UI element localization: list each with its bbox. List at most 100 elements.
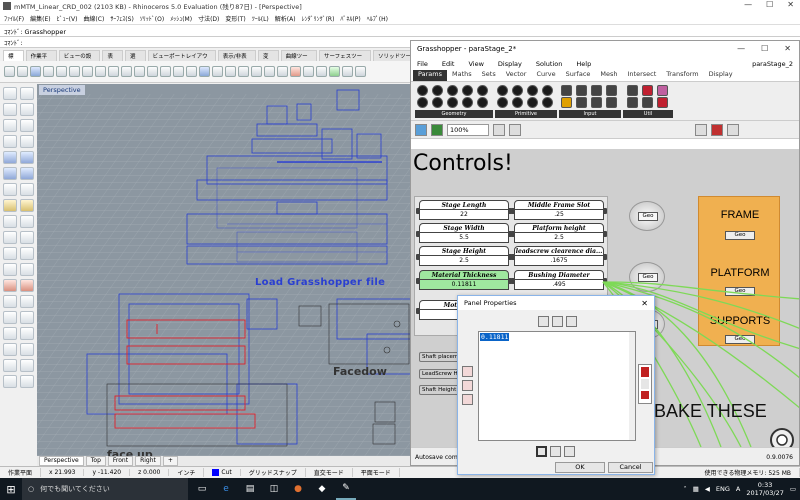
rotate-icon[interactable] bbox=[3, 263, 17, 276]
align-middle-icon[interactable] bbox=[552, 316, 563, 327]
gh-param-icon[interactable] bbox=[447, 85, 458, 96]
gh-tab-curve[interactable]: Curve bbox=[531, 70, 560, 81]
gh-eye-icon[interactable] bbox=[493, 123, 505, 136]
material-icon[interactable] bbox=[342, 66, 353, 77]
gh-open-icon[interactable] bbox=[415, 123, 427, 136]
gh-util-icon[interactable] bbox=[657, 97, 668, 108]
boolean-icon[interactable] bbox=[3, 199, 17, 212]
gh-tab-transform[interactable]: Transform bbox=[661, 70, 703, 81]
select-arrow-icon[interactable] bbox=[3, 87, 17, 100]
gh-tab-surface[interactable]: Surface bbox=[561, 70, 596, 81]
status-cplane[interactable]: 作業平面 bbox=[0, 468, 42, 477]
slider-value[interactable]: 0.11811 bbox=[419, 280, 509, 290]
color-swatch-red[interactable] bbox=[641, 391, 649, 399]
gh-input-icon[interactable] bbox=[606, 85, 617, 96]
leadscrew-height-button[interactable]: LeadScrew H bbox=[419, 369, 461, 379]
show-icon[interactable] bbox=[20, 311, 34, 324]
offset-icon[interactable] bbox=[20, 199, 34, 212]
firefox-icon[interactable]: ● bbox=[288, 478, 308, 500]
special-codes-icon[interactable] bbox=[564, 446, 575, 457]
analyze-icon[interactable] bbox=[316, 66, 327, 77]
snap-icon[interactable] bbox=[3, 343, 17, 356]
gh-input-icon[interactable] bbox=[576, 97, 587, 108]
slider-stage-length[interactable]: Stage Length 22 bbox=[416, 200, 512, 222]
close-icon[interactable]: ✕ bbox=[787, 0, 794, 9]
gh-util-icon[interactable] bbox=[627, 97, 638, 108]
layout-icon[interactable] bbox=[20, 343, 34, 356]
gh-input-icon[interactable] bbox=[576, 85, 587, 96]
extrude-icon[interactable] bbox=[20, 151, 34, 164]
slider-value[interactable]: .25 bbox=[514, 210, 604, 220]
dialog-close-icon[interactable]: ✕ bbox=[641, 299, 648, 308]
pan-hand-icon[interactable] bbox=[121, 66, 132, 77]
supports-geo-param[interactable]: Geo bbox=[725, 335, 755, 344]
gh-util-icon[interactable] bbox=[657, 85, 668, 96]
gh-param-icon[interactable] bbox=[432, 97, 443, 108]
gh-close-icon[interactable]: ✕ bbox=[784, 44, 791, 53]
ime-mode-icon[interactable]: A bbox=[736, 485, 740, 493]
gh-menu-edit[interactable]: Edit bbox=[442, 60, 455, 68]
history-icon[interactable] bbox=[20, 375, 34, 388]
wrap-icon[interactable] bbox=[550, 446, 561, 457]
task-view-icon[interactable]: ▭ bbox=[192, 478, 212, 500]
slider-value[interactable]: 22 bbox=[419, 210, 509, 220]
four-viewports-icon[interactable] bbox=[199, 66, 210, 77]
ime-indicator[interactable]: ENG bbox=[716, 485, 730, 493]
gh-primitive-icon[interactable] bbox=[527, 97, 538, 108]
store-icon[interactable]: ◫ bbox=[264, 478, 284, 500]
zoom-extents-icon[interactable] bbox=[173, 66, 184, 77]
platform-geo-param[interactable]: Geo bbox=[725, 287, 755, 296]
ungroup-icon[interactable] bbox=[20, 327, 34, 340]
align-top-icon[interactable] bbox=[538, 316, 549, 327]
join-icon[interactable] bbox=[3, 231, 17, 244]
gh-input-icon[interactable] bbox=[561, 85, 572, 96]
tray-up-arrow-icon[interactable]: ˄ bbox=[684, 485, 687, 493]
menu-help[interactable]: ﾍﾙﾌﾟ(H) bbox=[367, 14, 388, 23]
panel-color-picker[interactable] bbox=[638, 364, 652, 404]
surface-icon[interactable] bbox=[3, 151, 17, 164]
bake-group[interactable]: FRAME Geo PLATFORM Geo SUPPORTS Geo bbox=[698, 196, 780, 346]
new-file-icon[interactable] bbox=[4, 66, 15, 77]
gh-param-icon[interactable] bbox=[447, 97, 458, 108]
microphone-icon[interactable]: ○ bbox=[28, 485, 34, 493]
zoom-icon[interactable] bbox=[147, 66, 158, 77]
cylinder-icon[interactable] bbox=[20, 167, 34, 180]
gh-menu-view[interactable]: View bbox=[468, 60, 483, 68]
gh-tab-mesh[interactable]: Mesh bbox=[595, 70, 622, 81]
gh-preview-icon[interactable] bbox=[695, 123, 707, 136]
split-icon[interactable] bbox=[20, 215, 34, 228]
slider-stage-height[interactable]: Stage Height 2.5 bbox=[416, 246, 512, 268]
fillet-icon[interactable] bbox=[20, 183, 34, 196]
tab-cplanes[interactable]: 作業平面 bbox=[25, 50, 57, 68]
tab-viewport-layout[interactable]: ビューポートレイアウト bbox=[147, 50, 216, 68]
gh-zoom-select[interactable]: 100% bbox=[447, 123, 489, 136]
options-icon[interactable] bbox=[355, 66, 366, 77]
gh-minimize-icon[interactable]: — bbox=[737, 44, 745, 53]
gh-tab-maths[interactable]: Maths bbox=[447, 70, 477, 81]
gh-param-icon[interactable] bbox=[417, 97, 428, 108]
viewport-tab-perspective[interactable]: Perspective bbox=[39, 456, 84, 466]
color-swatch-red[interactable] bbox=[641, 367, 649, 377]
tab-set-view[interactable]: ビューの設定 bbox=[58, 50, 101, 68]
dialog-cancel-button[interactable]: Cancel bbox=[608, 462, 653, 473]
font-shrink-icon[interactable] bbox=[462, 394, 473, 405]
open-file-icon[interactable] bbox=[17, 66, 28, 77]
menu-file[interactable]: ﾌｧｲﾙ(F) bbox=[4, 14, 24, 23]
gh-tab-intersect[interactable]: Intersect bbox=[623, 70, 662, 81]
explode-icon[interactable] bbox=[20, 231, 34, 244]
volume-icon[interactable]: ◀ bbox=[705, 485, 710, 493]
tab-standard[interactable]: 標準 bbox=[3, 50, 24, 68]
select-all-icon[interactable] bbox=[212, 66, 223, 77]
menu-surface[interactable]: ｻｰﾌｪｽ(S) bbox=[110, 14, 134, 23]
panel-text-area[interactable]: 0.11811 bbox=[478, 331, 636, 441]
viewport-tab-top[interactable]: Top bbox=[85, 456, 106, 466]
menu-panels[interactable]: ﾊﾟﾈﾙ(P) bbox=[340, 14, 360, 23]
gh-primitive-icon[interactable] bbox=[512, 85, 523, 96]
zoom-window-icon[interactable] bbox=[160, 66, 171, 77]
frame-geo-param[interactable]: Geo bbox=[725, 231, 755, 240]
notifications-icon[interactable]: ▭ bbox=[790, 485, 796, 493]
gh-menu-solution[interactable]: Solution bbox=[536, 60, 562, 68]
gh-param-icon[interactable] bbox=[462, 97, 473, 108]
gh-document-name[interactable]: paraStage_2 bbox=[752, 60, 793, 68]
grasshopper-taskbar-icon[interactable]: ✎ bbox=[336, 478, 356, 500]
